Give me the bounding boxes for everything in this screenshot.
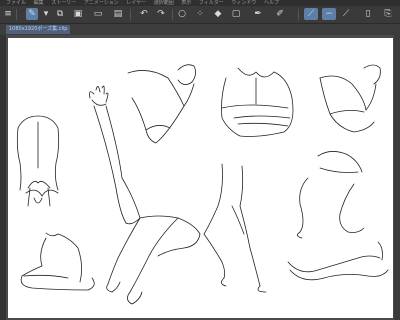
- vertical-scrollbar[interactable]: [394, 35, 400, 320]
- left-panel-edge: [0, 35, 6, 320]
- tablet-icon[interactable]: ▯: [362, 8, 374, 20]
- separator: [298, 9, 299, 20]
- hands-clasped-sketch: [25, 189, 59, 204]
- eraser-icon[interactable]: ⟋: [340, 8, 352, 20]
- back-torso-sketch: [16, 115, 60, 207]
- save-icon[interactable]: ▤: [112, 8, 124, 20]
- pose-sketch-artwork: [16, 64, 389, 305]
- export-icon[interactable]: ⎘: [382, 8, 394, 20]
- flexed-arm-sketch: [127, 64, 196, 144]
- document-tab[interactable]: 1080x1920ポーズ集.clip: [6, 25, 71, 34]
- crop-icon[interactable]: ▢: [230, 8, 242, 20]
- brush2-icon[interactable]: ✐: [274, 8, 286, 20]
- undo-icon[interactable]: ↶: [138, 8, 150, 20]
- seated-legs-sketch: [106, 215, 201, 305]
- circle-icon[interactable]: ○: [176, 8, 188, 20]
- raised-arm-sketch: [89, 85, 141, 225]
- folder-icon[interactable]: ▭: [92, 8, 104, 20]
- command-bar: ≡ ✎ ▾ ⧉ ▣ ▭ ▤ ↶ ↷ ○ ⁘ ◆ ▢ ✒ ✐ ⟋ ∽ ⟋ ▯ ⎘: [0, 6, 400, 24]
- drawing-canvas[interactable]: [8, 38, 393, 318]
- redo-icon[interactable]: ↷: [155, 8, 167, 20]
- separator: [16, 9, 17, 20]
- separator: [172, 9, 173, 20]
- curve-icon[interactable]: ∽: [322, 8, 336, 20]
- bicep-flex-sketch: [319, 64, 381, 133]
- brush-icon[interactable]: ▾: [40, 8, 52, 20]
- stepping-legs-sketch: [203, 163, 267, 293]
- line-icon[interactable]: ⟋: [304, 8, 318, 20]
- kneeling-figure-sketch: [20, 232, 95, 291]
- copy-icon[interactable]: ⧉: [54, 8, 66, 20]
- crossed-arms-sketch: [221, 67, 294, 137]
- reclining-legs-sketch: [287, 241, 389, 281]
- spray-icon[interactable]: ⁘: [194, 8, 206, 20]
- layer-icon[interactable]: ✎: [26, 8, 38, 20]
- document-tab-bar: 1080x1920ポーズ集.clip: [0, 24, 400, 35]
- squat-legs-sketch: [297, 151, 365, 239]
- separator: [130, 9, 131, 20]
- fill-icon[interactable]: ◆: [212, 8, 224, 20]
- pen-icon[interactable]: ✒: [252, 8, 264, 20]
- menu-icon[interactable]: ≡: [2, 8, 14, 20]
- image-icon[interactable]: ▣: [72, 8, 84, 20]
